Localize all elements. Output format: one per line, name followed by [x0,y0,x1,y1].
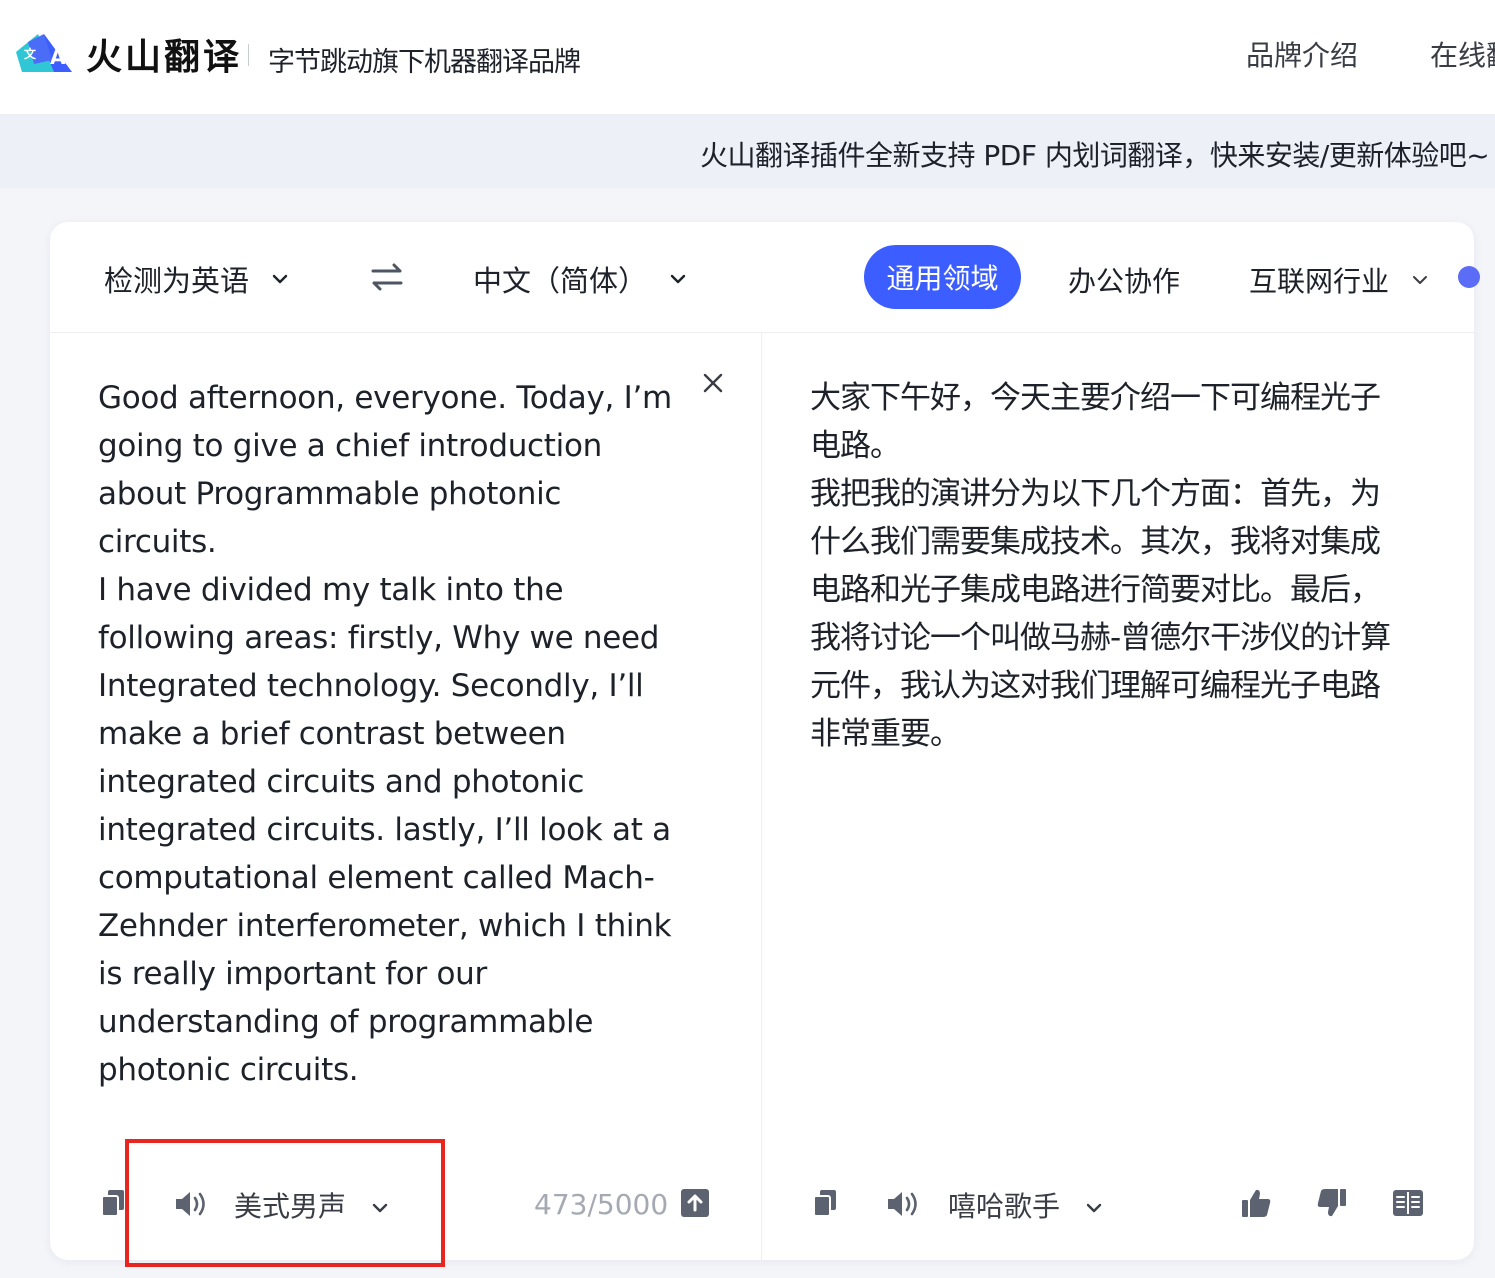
target-voice-label: 嘻哈歌手 [948,1190,1061,1223]
char-count: 473/5000 [534,1188,669,1221]
brand-divider [248,44,249,66]
source-paragraph: I have divided my talk into the followin… [98,572,672,1088]
chevron-down-icon [1086,1203,1102,1213]
top-header: A 文 火山翻译 字节跳动旗下机器翻译品牌 品牌介绍 在线翻 [0,0,1495,114]
domain-tab-general[interactable]: 通用领域 [864,245,1021,309]
target-lang-select[interactable]: 中文（简体） [473,258,687,300]
svg-text:A: A [50,45,66,69]
chevron-down-icon [670,274,686,284]
translate-card: 检测为英语 中文（简体） 通用领域 办公协作 互联网行业 Good aftern… [50,222,1480,1260]
announcement-bar: 火山翻译插件全新支持 PDF 内划词翻译，快来安装/更新体验吧~ [0,114,1495,188]
target-voice-select[interactable]: 嘻哈歌手 [948,1185,1103,1225]
highlight-annotation [125,1139,445,1267]
source-paragraph: Good afternoon, everyone. Today, I’m goi… [98,380,672,560]
target-lang-label: 中文（简体） [473,264,648,298]
copy-icon[interactable] [812,1188,838,1218]
translation-output: 大家下午好，今天主要介绍一下可编程光子电路。 我把我的演讲分为以下几个方面：首先… [810,374,1400,758]
thumbs-up-icon[interactable] [1240,1187,1272,1219]
chevron-down-icon [272,274,288,284]
target-paragraph: 我把我的演讲分为以下几个方面：首先，为什么我们需要集成技术。其次，我将对集成电路… [810,476,1391,752]
more-domains-indicator[interactable] [1458,266,1480,288]
book-icon[interactable] [1392,1188,1424,1218]
upload-icon[interactable] [680,1188,710,1218]
translate-toolbar: 检测为英语 中文（简体） 通用领域 办公协作 互联网行业 [50,222,1480,333]
brand-slogan: 字节跳动旗下机器翻译品牌 [268,47,581,78]
source-lang-select[interactable]: 检测为英语 [104,258,289,300]
copy-icon[interactable] [100,1188,126,1218]
domain-tab-internet[interactable]: 互联网行业 [1249,260,1429,300]
source-textarea[interactable]: Good afternoon, everyone. Today, I’m goi… [98,374,678,1094]
domain-tab-office[interactable]: 办公协作 [1068,260,1180,300]
logo-icon[interactable]: A 文 [14,30,76,76]
announcement-text[interactable]: 火山翻译插件全新支持 PDF 内划词翻译，快来安装/更新体验吧~ [700,134,1490,174]
target-paragraph: 大家下午好，今天主要介绍一下可编程光子电路。 [810,380,1381,464]
thumbs-down-icon[interactable] [1316,1187,1348,1219]
svg-text:文: 文 [24,46,37,61]
close-icon[interactable] [702,372,724,394]
brand-name[interactable]: 火山翻译 [86,28,242,80]
swap-icon[interactable] [370,260,404,294]
speaker-icon[interactable] [886,1190,920,1218]
nav-brand-intro[interactable]: 品牌介绍 [1246,34,1358,74]
nav-online-translate[interactable]: 在线翻 [1430,34,1495,74]
column-divider [761,333,762,1260]
source-lang-label: 检测为英语 [104,264,250,298]
chevron-down-icon [1413,276,1428,284]
domain-tab-internet-label: 互联网行业 [1249,265,1390,298]
